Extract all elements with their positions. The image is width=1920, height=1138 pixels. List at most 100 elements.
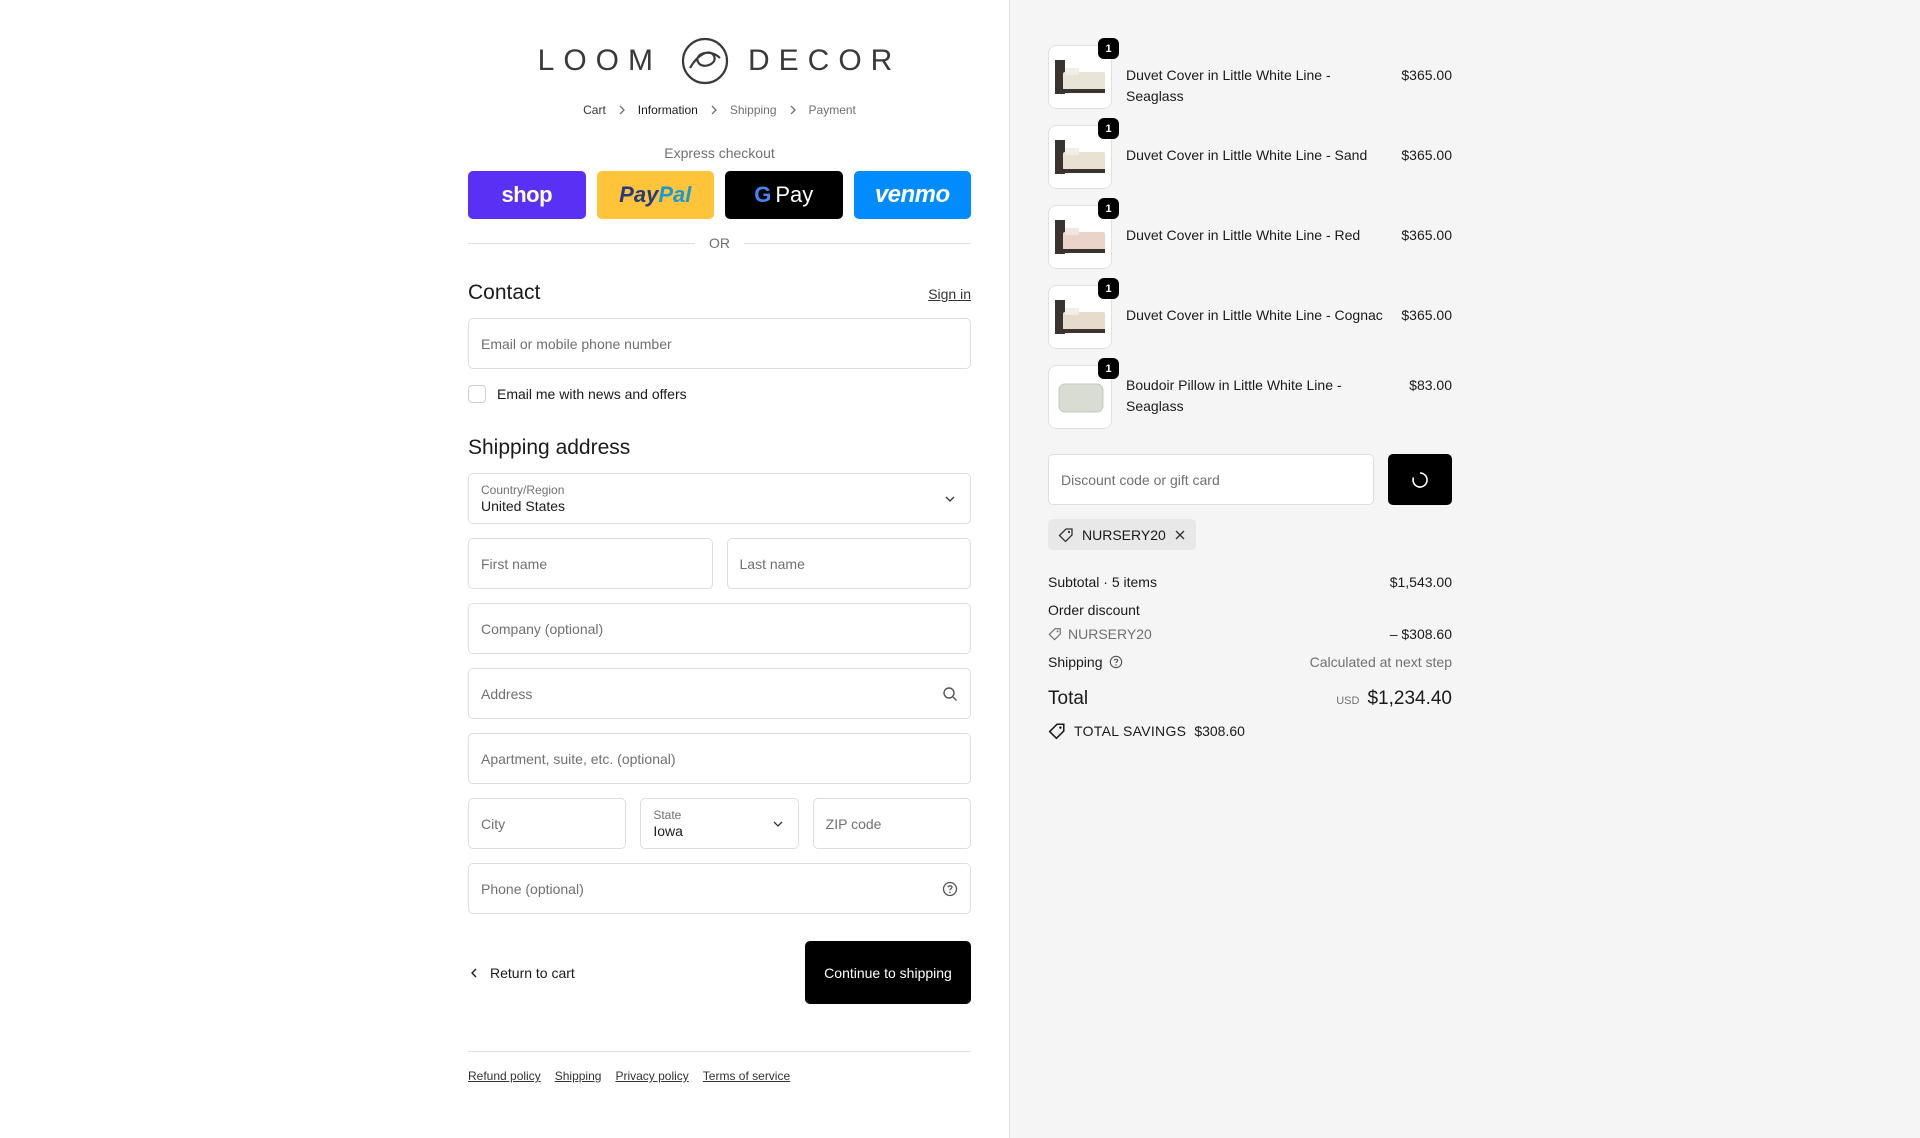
close-icon[interactable] xyxy=(1174,529,1186,541)
brand-mark-icon xyxy=(681,37,729,85)
quantity-badge: 1 xyxy=(1098,118,1119,139)
brand-right: DECOR xyxy=(748,44,902,77)
address-field[interactable]: Address xyxy=(468,668,971,719)
shipping-label-wrap: Shipping xyxy=(1048,654,1123,670)
discount-code-input[interactable]: Discount code or gift card xyxy=(1048,454,1374,505)
news-checkbox[interactable] xyxy=(468,385,486,403)
news-label[interactable]: Email me with news and offers xyxy=(497,386,687,402)
paypal-button[interactable]: Pay Pal xyxy=(596,171,714,219)
discount-placeholder: Discount code or gift card xyxy=(1061,471,1220,488)
terms-of-service-link[interactable]: Terms of service xyxy=(703,1069,790,1083)
cart-item: 1 Boudoir Pillow in Little White Line - … xyxy=(1048,358,1452,429)
city-placeholder: City xyxy=(481,815,506,832)
shipping-address-title: Shipping address xyxy=(468,436,631,459)
item-price: $365.00 xyxy=(1401,147,1452,163)
cart-item: 1 Duvet Cover in Little White Line - San… xyxy=(1048,118,1452,189)
item-price: $365.00 xyxy=(1401,227,1452,243)
shop-pay-button[interactable]: shop xyxy=(468,171,586,219)
address-placeholder: Address xyxy=(481,685,533,702)
breadcrumb: Cart Information Shipping Payment xyxy=(468,103,971,117)
state-value: Iowa xyxy=(653,822,683,839)
company-field[interactable]: Company (optional) xyxy=(468,603,971,654)
order-discount-row: Order discount xyxy=(1048,600,1452,619)
shipping-label: Shipping xyxy=(1048,653,1103,670)
search-icon xyxy=(943,686,957,701)
checkout-main: LOOM DECOR Cart Information Shipping Pay… xyxy=(468,0,971,1083)
pillow-image xyxy=(1058,383,1104,413)
phone-placeholder: Phone (optional) xyxy=(481,880,584,897)
cart-item: 1 Duvet Cover in Little White Line - Cog… xyxy=(1048,278,1452,349)
discount-line-value: – $308.60 xyxy=(1389,625,1452,642)
product-thumbnail: 1 xyxy=(1048,198,1119,269)
phone-field[interactable]: Phone (optional) xyxy=(468,863,971,914)
subtotal-label: Subtotal · 5 items xyxy=(1048,573,1157,590)
footer-divider xyxy=(468,1051,971,1052)
product-thumbnail: 1 xyxy=(1048,278,1119,349)
last-name-placeholder: Last name xyxy=(739,555,805,572)
breadcrumb-cart[interactable]: Cart xyxy=(579,103,610,117)
apply-discount-button[interactable] xyxy=(1388,454,1452,505)
google-pay-button[interactable]: G Pay xyxy=(725,171,843,219)
quantity-badge: 1 xyxy=(1098,198,1119,219)
first-name-placeholder: First name xyxy=(481,555,548,572)
applied-discount-chip: NURSERY20 xyxy=(1048,519,1196,550)
bed-image xyxy=(1055,60,1105,94)
discount-line-code: NURSERY20 xyxy=(1068,625,1152,642)
item-price: $365.00 xyxy=(1401,67,1452,83)
divider-line xyxy=(744,242,971,244)
privacy-policy-link[interactable]: Privacy policy xyxy=(615,1069,688,1083)
chevron-right-icon xyxy=(787,104,799,116)
zip-field[interactable]: ZIP code xyxy=(812,798,971,849)
continue-label: Continue to shipping xyxy=(824,964,952,981)
total-label: Total xyxy=(1048,688,1089,709)
bed-image xyxy=(1055,220,1105,254)
bed-image xyxy=(1055,140,1105,174)
email-placeholder: Email or mobile phone number xyxy=(481,335,672,352)
google-g-icon: G xyxy=(754,182,772,207)
total-value-wrap: USD $1,234.40 xyxy=(1336,688,1452,710)
country-select[interactable]: Country/Region United States xyxy=(468,473,971,524)
sign-in-link[interactable]: Sign in xyxy=(928,286,971,302)
item-name: Duvet Cover in Little White Line - Red xyxy=(1126,227,1361,243)
return-to-cart-link[interactable]: Return to cart xyxy=(468,965,575,981)
city-field[interactable]: City xyxy=(468,798,627,849)
footer-links: Refund policy Shipping Privacy policy Te… xyxy=(468,1069,971,1083)
refund-policy-link[interactable]: Refund policy xyxy=(468,1069,541,1083)
brand-logo[interactable]: LOOM DECOR xyxy=(468,37,971,85)
cart-item: 1 Duvet Cover in Little White Line - Red… xyxy=(1048,198,1452,269)
total-amount: $1,234.40 xyxy=(1367,688,1452,709)
apartment-field[interactable]: Apartment, suite, etc. (optional) xyxy=(468,733,971,784)
shipping-policy-link[interactable]: Shipping xyxy=(555,1069,602,1083)
item-price: $365.00 xyxy=(1401,307,1452,323)
email-field[interactable]: Email or mobile phone number xyxy=(468,318,971,369)
divider-line xyxy=(468,242,695,244)
breadcrumb-payment: Payment xyxy=(808,103,856,117)
tag-icon xyxy=(1058,527,1073,542)
google-pay-label: Pay xyxy=(775,182,814,207)
express-checkout-title: Express checkout xyxy=(664,145,775,161)
form-actions: Return to cart Continue to shipping xyxy=(468,941,971,1004)
state-select[interactable]: State Iowa xyxy=(640,798,799,849)
news-opt-in: Email me with news and offers xyxy=(468,385,971,403)
product-thumbnail: 1 xyxy=(1048,38,1119,109)
chevron-right-icon xyxy=(616,104,628,116)
subtotal-value: $1,543.00 xyxy=(1389,573,1452,590)
name-row: First name Last name xyxy=(468,538,971,589)
help-circle-icon[interactable] xyxy=(942,881,958,897)
venmo-label: venmo xyxy=(874,181,950,208)
venmo-button[interactable]: venmo xyxy=(853,171,971,219)
product-thumbnail: 1 xyxy=(1048,358,1119,429)
chevron-left-icon xyxy=(471,968,477,977)
continue-to-shipping-button[interactable]: Continue to shipping xyxy=(805,941,971,1004)
return-to-cart-label: Return to cart xyxy=(490,964,575,981)
discount-line-name: NURSERY20 xyxy=(1048,626,1152,642)
breadcrumb-shipping: Shipping xyxy=(729,103,777,117)
contact-header: Contact Sign in xyxy=(468,281,971,305)
first-name-field[interactable]: First name xyxy=(468,538,713,589)
last-name-field[interactable]: Last name xyxy=(726,538,971,589)
cart-item: 1 Duvet Cover in Little White Line - Sea… xyxy=(1048,38,1452,109)
country-value: United States xyxy=(481,497,566,514)
shipping-row: Shipping Calculated at next step xyxy=(1048,652,1452,671)
zip-placeholder: ZIP code xyxy=(825,815,882,832)
help-circle-icon[interactable] xyxy=(1109,655,1123,669)
